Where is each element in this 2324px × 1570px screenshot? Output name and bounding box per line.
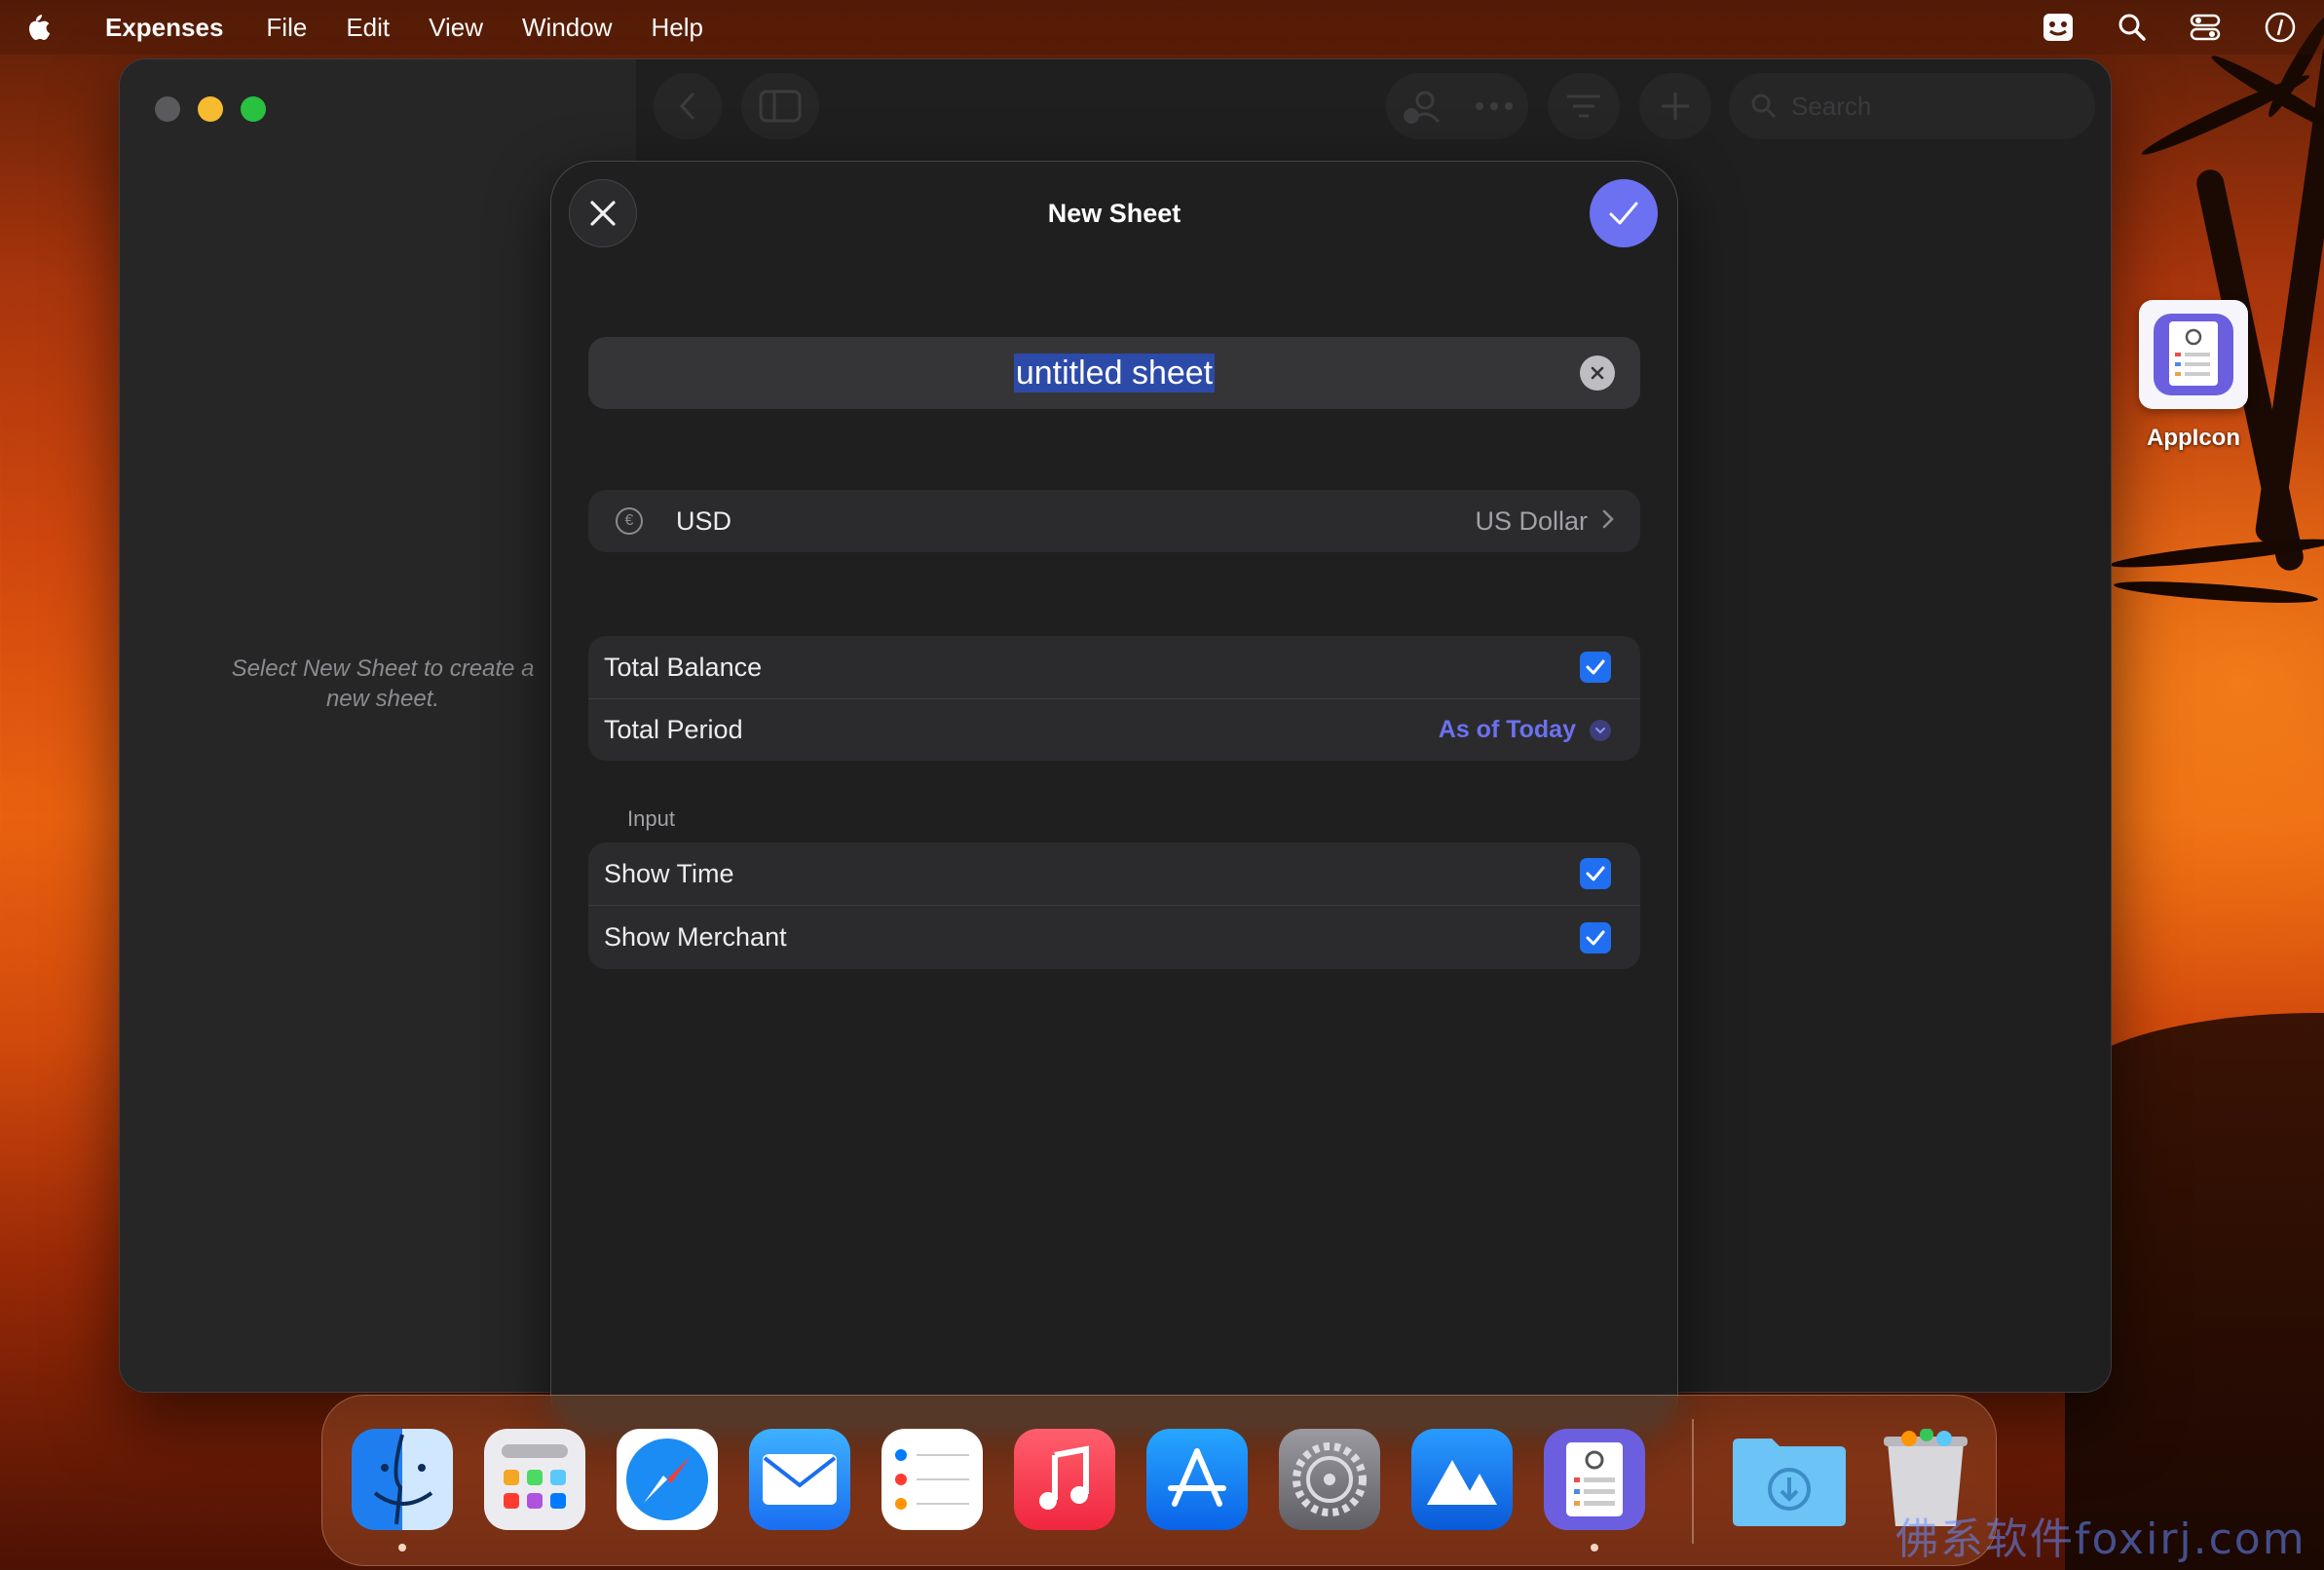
close-window-button[interactable] [155, 96, 180, 122]
menubar-status-icon[interactable] [2042, 12, 2075, 43]
desktop-file-name: AppIcon [2147, 425, 2240, 451]
desktop-file-appicon[interactable]: AppIcon [2139, 300, 2248, 452]
total-period-label: Total Period [604, 715, 743, 744]
dock-system-settings-icon[interactable] [1279, 1429, 1380, 1530]
show-merchant-row: Show Merchant [588, 905, 1640, 969]
show-time-row: Show Time [588, 842, 1640, 905]
palm-leaf [2113, 577, 2319, 608]
sidebar-toggle-button[interactable] [741, 73, 819, 139]
sidebar-empty-placeholder: Select New Sheet to create a new sheet. [231, 655, 535, 712]
sheet-name-value[interactable]: untitled sheet [1013, 354, 1216, 392]
checkmark-icon [1586, 930, 1605, 945]
dock-safari-icon[interactable] [617, 1429, 718, 1530]
total-period-row[interactable]: Total Period As of Today [588, 698, 1640, 761]
search-placeholder: Search [1791, 91, 1872, 121]
dock-reminders-icon[interactable] [881, 1429, 983, 1530]
total-balance-checkbox[interactable] [1580, 652, 1611, 683]
show-time-label: Show Time [604, 858, 734, 888]
more-icon[interactable] [1475, 101, 1514, 111]
checkmark-icon [1609, 202, 1638, 225]
siri-icon[interactable] [2264, 11, 2297, 44]
currency-name: US Dollar [1475, 505, 1588, 536]
chevron-down-icon[interactable] [1590, 719, 1611, 741]
dock-app-store-icon[interactable] [1146, 1429, 1248, 1530]
person-add-icon[interactable] [1402, 87, 1444, 126]
currency-icon: € [616, 507, 643, 535]
chevron-right-icon [1601, 506, 1615, 537]
dock-finder-icon[interactable] [352, 1429, 453, 1530]
dock-downloads-folder-icon[interactable] [1729, 1429, 1850, 1530]
dock-expenses-icon[interactable] [1544, 1429, 1645, 1530]
new-sheet-dialog: New Sheet untitled sheet € USD US Dollar… [550, 161, 1678, 1437]
dock-running-indicator [398, 1544, 406, 1551]
total-period-value[interactable]: As of Today [1439, 716, 1576, 744]
filter-button[interactable] [1548, 73, 1620, 139]
share-more-group[interactable] [1386, 73, 1528, 139]
clear-text-button[interactable] [1580, 355, 1615, 391]
currency-group: € USD US Dollar [588, 490, 1640, 552]
dock-separator [1692, 1419, 1694, 1544]
totals-group: Total Balance Total Period As of Today [588, 636, 1640, 761]
currency-code: USD [676, 505, 732, 536]
dock-running-indicator [1591, 1544, 1598, 1551]
currency-row[interactable]: € USD US Dollar [588, 490, 1640, 552]
dock-music-icon[interactable] [1014, 1429, 1115, 1530]
dock-mail-icon[interactable] [749, 1429, 850, 1530]
input-group: Show Time Show Merchant [588, 842, 1640, 969]
menu-edit[interactable]: Edit [346, 13, 390, 43]
dock [321, 1395, 1997, 1566]
checkmark-icon [1586, 659, 1605, 675]
total-balance-row: Total Balance [588, 636, 1640, 698]
back-button[interactable] [654, 73, 722, 139]
watermark-text: 佛系软件foxirj.com [1895, 1514, 2306, 1564]
menu-view[interactable]: View [429, 13, 483, 43]
spotlight-search-icon[interactable] [2118, 13, 2147, 42]
menu-file[interactable]: File [266, 13, 307, 43]
window-controls [155, 96, 266, 122]
dock-instruments-icon[interactable] [1411, 1429, 1513, 1530]
dialog-title: New Sheet [1047, 199, 1181, 228]
toolbar-search-field[interactable]: Search [1729, 73, 2095, 139]
show-merchant-label: Show Merchant [604, 922, 787, 952]
input-section-header: Input [627, 806, 675, 831]
minimize-window-button[interactable] [198, 96, 223, 122]
show-time-checkbox[interactable] [1580, 858, 1611, 889]
control-center-icon[interactable] [2190, 13, 2221, 42]
clear-icon [1591, 366, 1604, 380]
apple-menu-icon[interactable] [23, 12, 82, 43]
search-icon [1751, 93, 1777, 119]
appicon-thumbnail [2139, 300, 2248, 409]
menu-bar: Expenses File Edit View Window Help [0, 0, 2324, 55]
menu-window[interactable]: Window [522, 13, 612, 43]
sheet-name-input[interactable]: untitled sheet [588, 337, 1640, 409]
menu-app-name[interactable]: Expenses [105, 13, 223, 43]
dock-launchpad-icon[interactable] [484, 1429, 585, 1530]
show-merchant-checkbox[interactable] [1580, 921, 1611, 953]
menu-help[interactable]: Help [652, 13, 703, 43]
confirm-button[interactable] [1590, 179, 1658, 247]
zoom-window-button[interactable] [241, 96, 266, 122]
add-button[interactable] [1639, 73, 1711, 139]
checkmark-icon [1586, 866, 1605, 881]
total-balance-label: Total Balance [604, 652, 763, 682]
